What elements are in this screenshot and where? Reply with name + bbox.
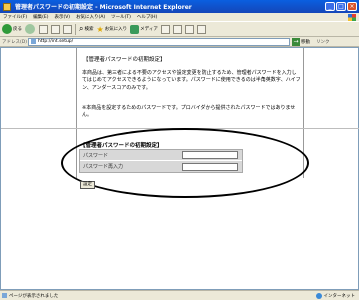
favorites-button[interactable]: ★ お気に入り — [96, 25, 127, 34]
media-icon — [130, 24, 140, 34]
menu-view[interactable]: 表示(V) — [51, 14, 73, 20]
go-button[interactable]: 移動 — [301, 39, 310, 45]
back-arrow-icon — [2, 24, 12, 34]
page-viewport: 【管理者パスワードの初期設定】 本商品は、第三者による不要のアクセスや設定変更を… — [0, 47, 359, 290]
search-icon: ⌕ — [79, 24, 84, 33]
menu-favorites[interactable]: お気に入り(A) — [73, 14, 108, 20]
search-button[interactable]: ⌕ 検索 — [79, 24, 93, 34]
notice-text: 本商品は、第三者による不要のアクセスや設定変更を防止するため、管理者パスワードを… — [82, 70, 301, 91]
go-arrow-icon[interactable]: → — [292, 37, 300, 46]
security-zone: インターネット — [315, 293, 356, 299]
windows-logo-icon — [348, 14, 356, 21]
forward-button[interactable] — [25, 24, 36, 34]
menu-file[interactable]: ファイル(F) — [0, 14, 30, 20]
home-icon[interactable] — [63, 24, 72, 34]
status-text: ページが表示されました — [9, 293, 59, 299]
window-controls: _ □ × — [325, 2, 357, 11]
status-bar: ページが表示されました インターネット — [0, 290, 359, 300]
address-bar: アドレス(D) http://int.setup/ → 移動 リンク — [0, 37, 359, 47]
back-label: 戻る — [13, 27, 22, 32]
page-icon — [31, 39, 36, 44]
media-button[interactable]: メディア — [130, 24, 158, 34]
refresh-icon[interactable] — [51, 24, 60, 34]
close-button[interactable]: × — [347, 2, 357, 11]
search-label: 検索 — [84, 27, 94, 32]
set-button[interactable]: 設定 — [80, 181, 95, 189]
menu-bar: ファイル(F) 編集(E) 表示(V) お気に入り(A) ツール(T) ヘルプ(… — [0, 13, 359, 22]
address-input[interactable]: http://int.setup/ — [28, 37, 290, 46]
highlight-ellipse — [61, 128, 309, 198]
menu-help[interactable]: ヘルプ(H) — [134, 14, 160, 20]
browser-window: 管理者パスワードの初期設定 - Microsoft Internet Explo… — [0, 0, 359, 300]
page-title: 【管理者パスワードの初期設定】 — [83, 57, 166, 63]
minimize-button[interactable]: _ — [325, 2, 335, 11]
links-button[interactable]: リンク — [316, 39, 330, 45]
ie-icon — [3, 2, 11, 11]
stop-icon[interactable] — [39, 24, 48, 34]
back-button[interactable]: 戻る — [2, 24, 22, 34]
toolbar-separator — [75, 23, 76, 35]
history-icon[interactable] — [160, 24, 170, 34]
menu-tools[interactable]: ツール(T) — [108, 14, 134, 20]
edit-icon[interactable] — [196, 24, 206, 34]
page-loaded-icon — [2, 293, 7, 298]
window-title: 管理者パスワードの初期設定 - Microsoft Internet Explo… — [15, 4, 192, 11]
toolbar: 戻る ⌕ 検索 ★ お気に入り メディア — [0, 22, 359, 37]
media-label: メディア — [140, 27, 158, 32]
address-label: アドレス(D) — [2, 39, 27, 45]
forward-arrow-icon — [25, 24, 35, 34]
globe-icon — [315, 293, 322, 299]
title-bar: 管理者パスワードの初期設定 - Microsoft Internet Explo… — [0, 0, 359, 13]
mail-icon[interactable] — [172, 24, 182, 34]
print-icon[interactable] — [184, 24, 194, 34]
notice-note: ※本商品を設定するためのパスワードです。プロバイダから提供されたパスワードではあ… — [82, 105, 296, 119]
maximize-button[interactable]: □ — [336, 2, 346, 11]
menu-edit[interactable]: 編集(E) — [30, 14, 51, 20]
address-url: http://int.setup/ — [38, 39, 74, 44]
favorites-label: お気に入り — [104, 27, 128, 32]
zone-label: インターネット — [323, 294, 356, 299]
star-icon: ★ — [96, 24, 104, 34]
